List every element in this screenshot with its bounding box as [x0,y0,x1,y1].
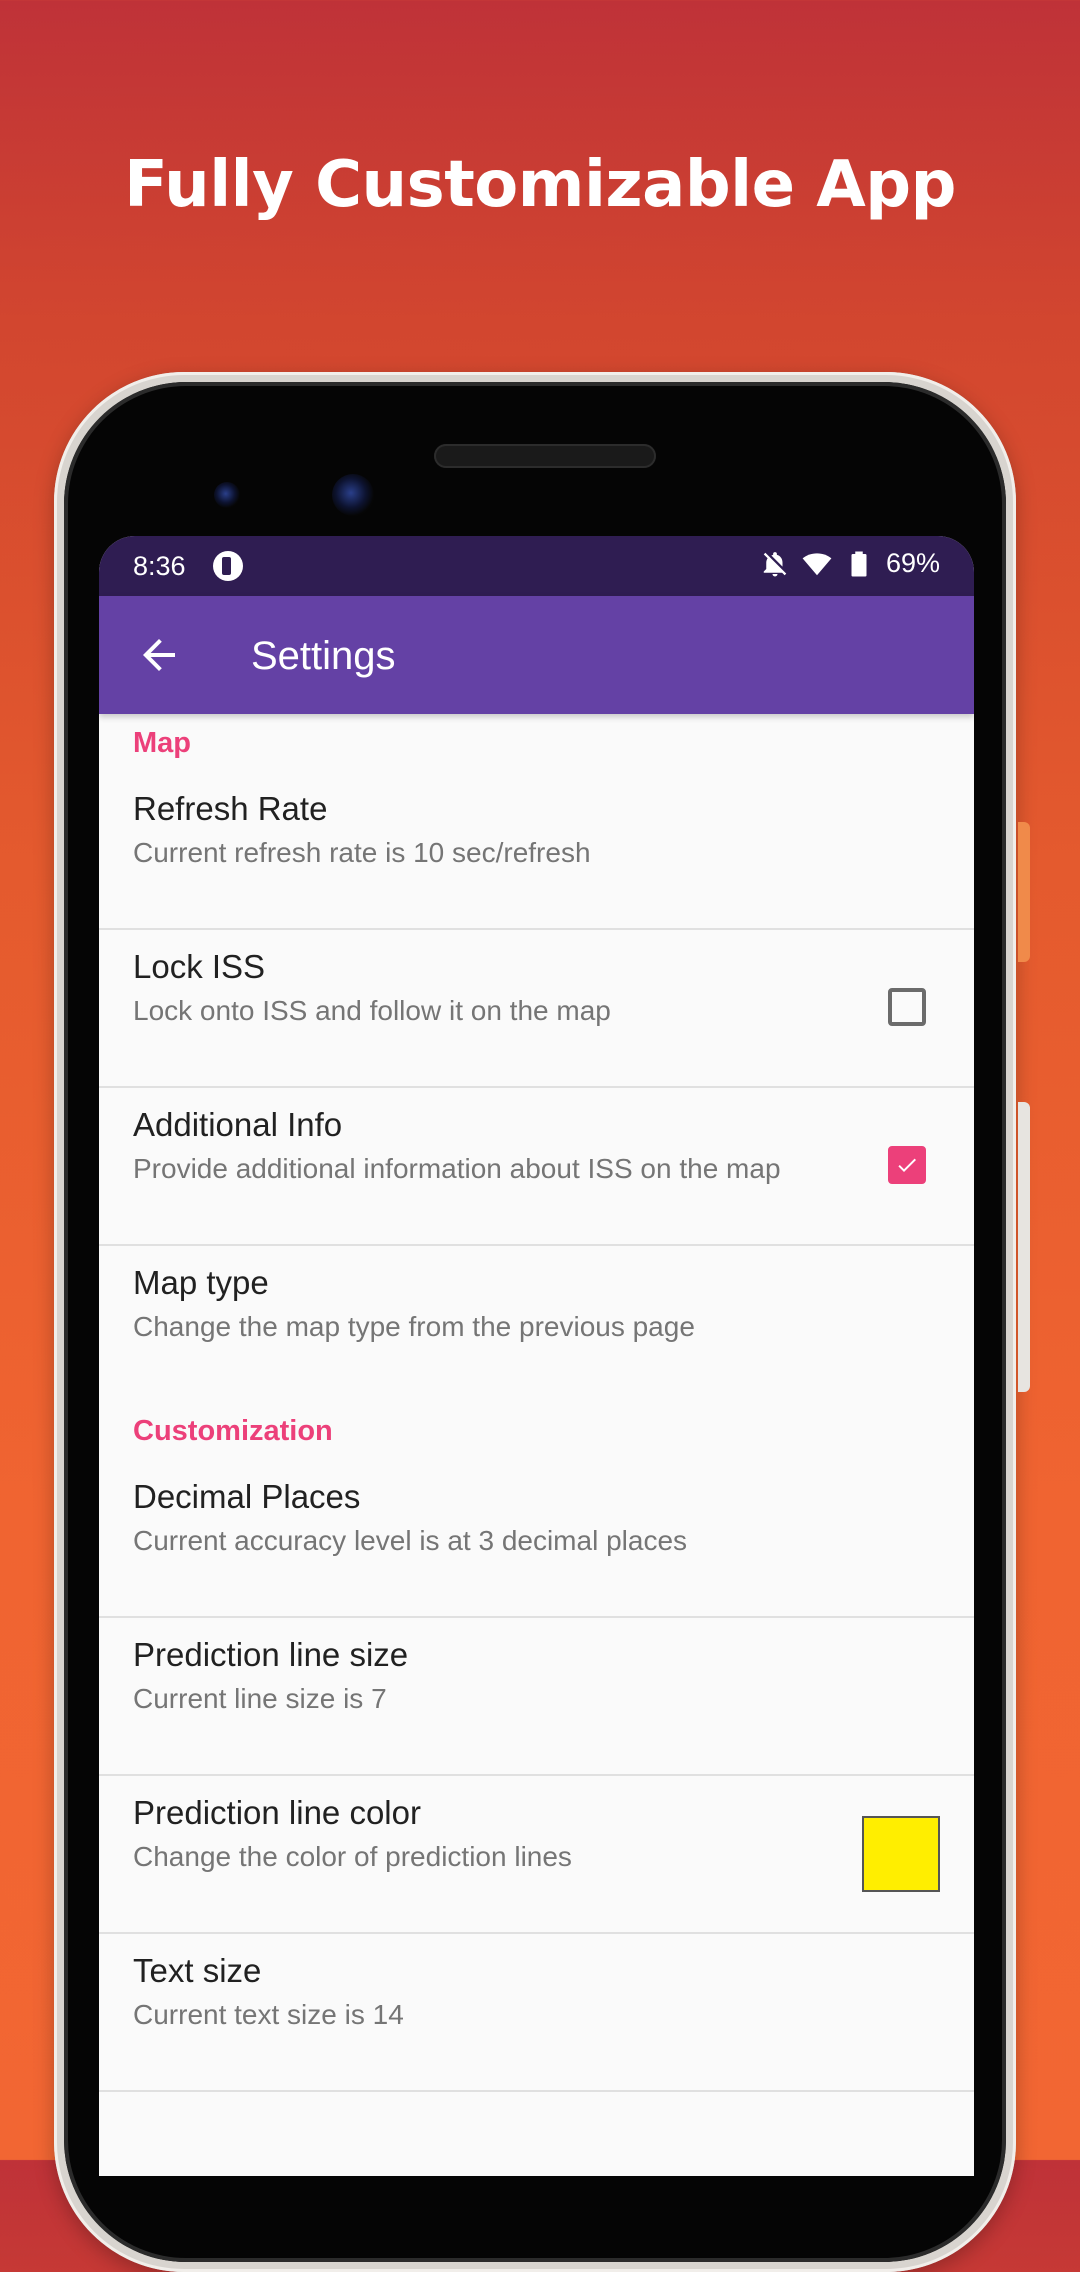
pref-title: Refresh Rate [133,790,328,827]
power-button [1018,822,1030,962]
arrow-left-icon[interactable] [135,631,183,679]
pref-title: Prediction line size [133,1636,409,1673]
battery-percent: 69% [885,548,940,578]
pref-title: Text size [133,1952,262,1989]
app-notification-icon [213,551,243,581]
front-sensor [214,482,240,508]
status-icons: 69% [760,548,940,579]
color-swatch[interactable] [862,1816,940,1892]
checkmark-icon [898,1158,916,1172]
pref-summary: Current refresh rate is 10 sec/refresh [133,837,591,868]
pref-summary: Current line size is 7 [133,1683,387,1714]
front-camera [332,474,374,516]
pref-prediction-line-size[interactable]: Prediction line size Current line size i… [99,1618,974,1776]
category-map: Map [133,727,191,759]
wifi-icon [802,552,832,575]
pref-summary: Change the map type from the previous pa… [133,1311,695,1342]
status-time: 8:36 [133,551,186,581]
status-bar: 8:36 69% [99,536,974,596]
pref-summary: Change the color of prediction lines [133,1841,572,1872]
pref-map-type[interactable]: Map type Change the map type from the pr… [99,1246,974,1402]
bell-off-icon [763,551,787,576]
earpiece-speaker [434,444,656,468]
page-title: Settings [251,634,396,678]
settings-list: Map Refresh Rate Current refresh rate is… [99,714,974,2092]
additional-info-checkbox[interactable] [888,1146,926,1184]
category-customization: Customization [133,1415,333,1447]
phone-screen: 8:36 69% Settings Map Refresh Rate Curre… [99,536,974,2176]
volume-button [1018,1102,1030,1392]
pref-title: Lock ISS [133,948,266,985]
pref-text-size[interactable]: Text size Current text size is 14 [99,1934,974,2092]
pref-refresh-rate[interactable]: Refresh Rate Current refresh rate is 10 … [99,772,974,930]
pref-title: Map type [133,1264,269,1301]
pref-title: Prediction line color [133,1794,421,1831]
pref-prediction-line-color[interactable]: Prediction line color Change the color o… [99,1776,974,1934]
pref-title: Decimal Places [133,1478,361,1515]
pref-lock-iss[interactable]: Lock ISS Lock onto ISS and follow it on … [99,930,974,1088]
promo-headline: Fully Customizable App [124,148,956,222]
pref-summary: Current accuracy level is at 3 decimal p… [133,1525,688,1556]
pref-summary: Lock onto ISS and follow it on the map [133,995,611,1026]
app-bar: Settings [99,596,974,714]
pref-title: Additional Info [133,1106,343,1143]
pref-decimal-places[interactable]: Decimal Places Current accuracy level is… [99,1460,974,1618]
pref-summary: Current text size is 14 [133,1999,404,2030]
lock-iss-checkbox[interactable] [888,988,926,1026]
pref-summary: Provide additional information about ISS… [133,1153,781,1184]
battery-icon [851,551,867,576]
pref-additional-info[interactable]: Additional Info Provide additional infor… [99,1088,974,1246]
